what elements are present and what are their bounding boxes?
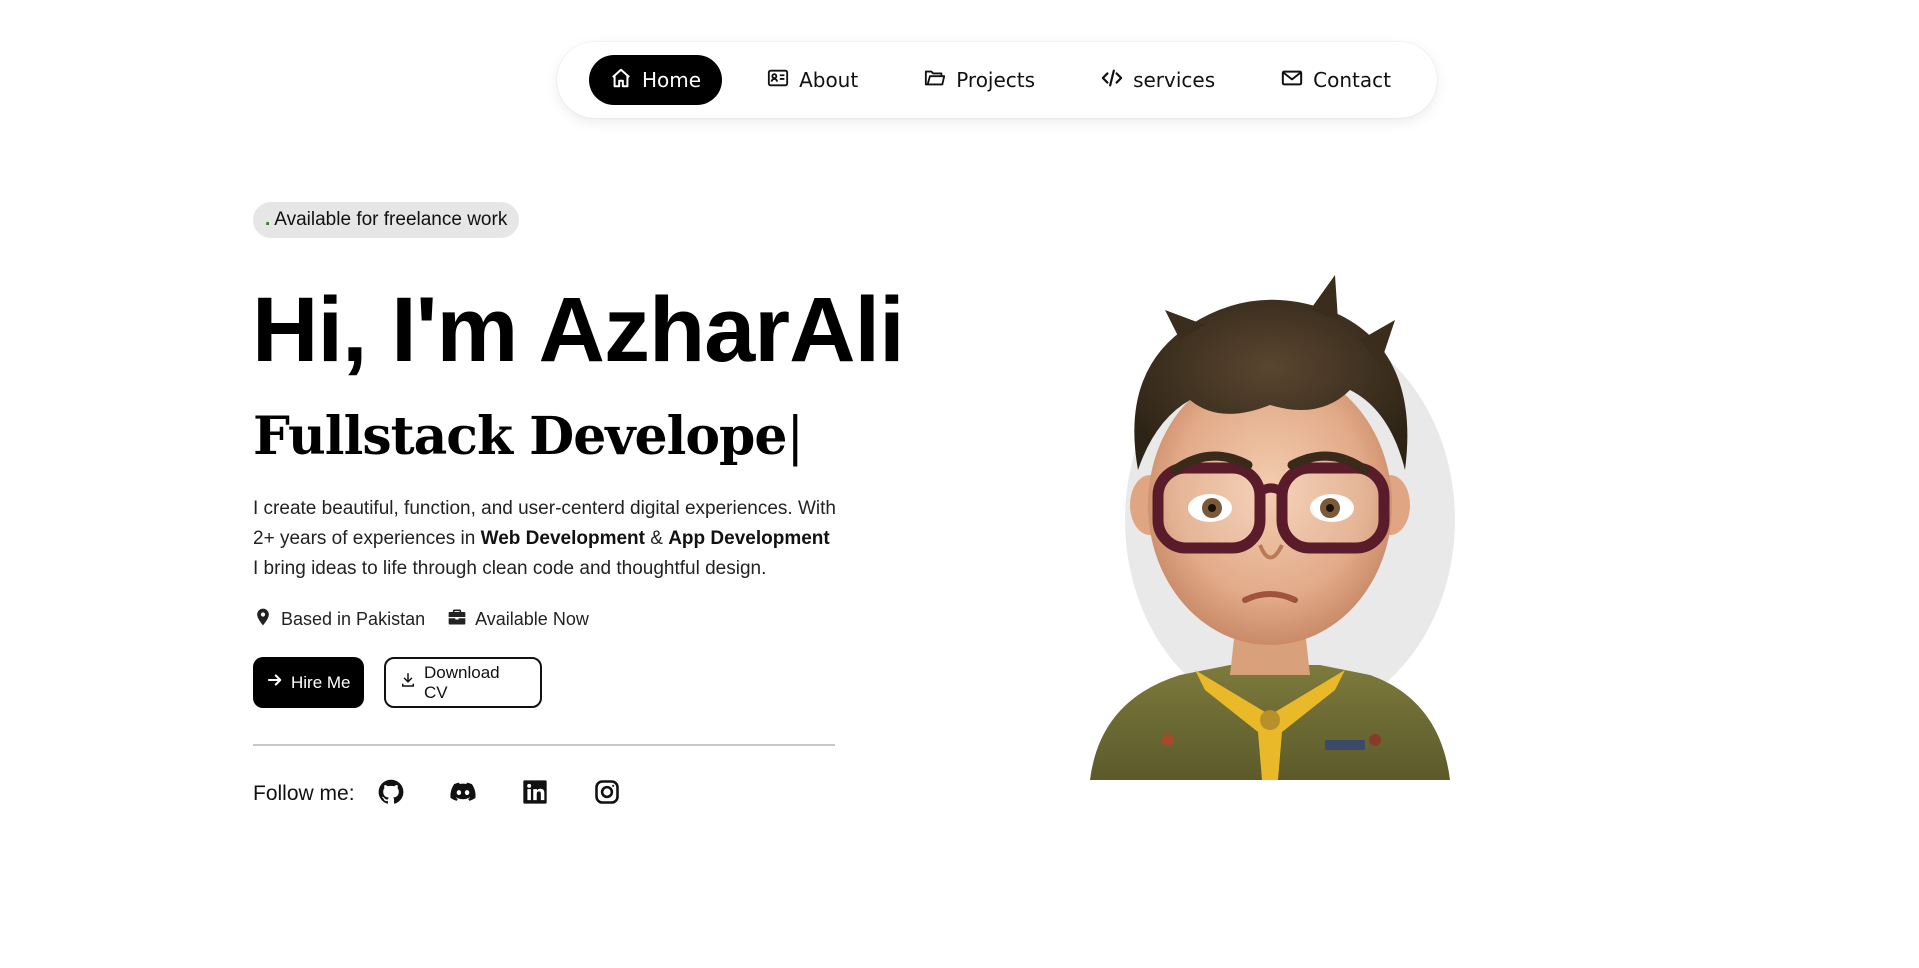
code-icon (1101, 67, 1123, 94)
github-link[interactable] (377, 778, 405, 811)
briefcase-icon (447, 607, 467, 632)
id-card-icon (767, 67, 789, 94)
hero-bio: I create beautiful, function, and user-c… (253, 494, 893, 584)
download-cv-label: Download CV (424, 662, 500, 702)
mail-icon (1281, 67, 1303, 94)
status-dot: . (265, 209, 271, 230)
availability-info: Available Now (447, 607, 589, 632)
hero-actions: Hire Me Download CV (253, 657, 542, 708)
arrow-right-icon (266, 671, 284, 694)
nav-about-label: About (799, 68, 859, 92)
skill-web-development: Web Development (480, 528, 645, 549)
skill-app-development: App Development (668, 528, 830, 549)
nav-services[interactable]: services (1080, 55, 1236, 105)
location-text: Based in Pakistan (281, 609, 426, 629)
location-info: Based in Pakistan (253, 607, 425, 632)
hero-role-text: Fullstack Develope (253, 406, 787, 467)
follow-label: Follow me: (253, 782, 355, 805)
bio-ampersand: & (644, 528, 669, 549)
github-icon (377, 778, 405, 811)
nav-projects-label: Projects (956, 68, 1036, 92)
home-icon (610, 67, 632, 94)
typing-caret: | (786, 407, 804, 467)
availability-badge: . Available for freelance work (253, 202, 520, 238)
bio-line-2: 2+ years of experiences in (253, 528, 481, 549)
hero-meta: Based in Pakistan Available Now (253, 607, 589, 632)
instagram-icon (593, 778, 621, 811)
nav-contact[interactable]: Contact (1260, 55, 1412, 105)
nav-services-label: services (1133, 68, 1216, 92)
hire-me-button[interactable]: Hire Me (253, 657, 364, 708)
section-divider (253, 744, 835, 746)
profile-avatar-image (1020, 270, 1520, 780)
hero-title: Hi, I'm AzharAli (252, 279, 905, 381)
discord-icon (449, 778, 477, 811)
folder-icon (924, 67, 946, 94)
map-pin-icon (253, 607, 273, 632)
hire-me-label: Hire Me (291, 672, 351, 692)
nav-contact-label: Contact (1313, 68, 1391, 92)
availability-text: Available Now (475, 609, 589, 629)
availability-badge-text: Available for freelance work (274, 209, 508, 230)
main-navbar: Home About Projects services Contact (557, 42, 1437, 118)
bio-line-1: I create beautiful, function, and user-c… (253, 498, 836, 519)
download-cv-button[interactable]: Download CV (384, 657, 542, 708)
social-links: Follow me: (253, 778, 665, 811)
instagram-link[interactable] (593, 778, 621, 811)
nav-home[interactable]: Home (589, 55, 723, 105)
hero-role: Fullstack Develope| (253, 406, 804, 467)
nav-about[interactable]: About (746, 55, 879, 105)
bio-line-3: I bring ideas to life through clean code… (253, 558, 767, 579)
nav-home-label: Home (642, 68, 702, 92)
nav-projects[interactable]: Projects (903, 55, 1056, 105)
linkedin-icon (521, 778, 549, 811)
discord-link[interactable] (449, 780, 477, 808)
download-icon (399, 671, 417, 694)
linkedin-link[interactable] (521, 778, 549, 811)
